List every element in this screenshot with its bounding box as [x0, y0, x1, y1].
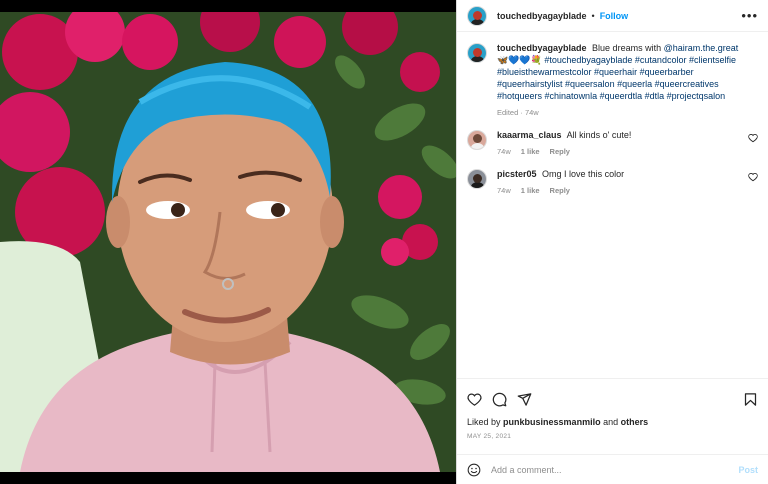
post-header: touchedbyagayblade • Follow ••• — [457, 0, 768, 32]
caption-emoji: 🦋💙💙💐 — [497, 55, 542, 65]
caption-age[interactable]: 74w — [525, 108, 539, 117]
comment-item: picster05 Omg I love this color 74w 1 li… — [467, 168, 758, 195]
reply-button[interactable]: Reply — [550, 147, 570, 156]
commenter-avatar[interactable] — [467, 169, 487, 189]
caption-meta: Edited · 74w — [497, 108, 539, 117]
photo-letterbox-bottom — [0, 472, 456, 484]
comment-likes[interactable]: 1 like — [521, 147, 540, 156]
liked-by-line: Liked by punkbusinessmanmilo and others — [467, 417, 758, 427]
edited-label: Edited — [497, 108, 519, 117]
comment-meta: 74w 1 like Reply — [497, 186, 742, 195]
caption-mention-link[interactable]: @hairam.the.great — [664, 43, 739, 53]
comment-text: All kinds o' cute! — [566, 130, 632, 140]
instagram-post-viewer: touchedbyagayblade • Follow ••• touchedb… — [0, 0, 768, 484]
photo-letterbox-top — [0, 0, 456, 12]
comment-meta: 74w 1 like Reply — [497, 147, 742, 156]
reply-button[interactable]: Reply — [550, 186, 570, 195]
caption: touchedbyagayblade Blue dreams with @hai… — [467, 42, 758, 117]
post-photo[interactable] — [0, 0, 456, 484]
liked-by-others-link[interactable]: others — [621, 417, 649, 427]
comment-username[interactable]: picster05 — [497, 169, 537, 179]
comments-list[interactable]: touchedbyagayblade Blue dreams with @hai… — [457, 32, 768, 378]
photo-content — [0, 12, 456, 472]
comment-like-heart-icon[interactable] — [748, 172, 758, 182]
author-avatar[interactable] — [467, 5, 487, 26]
liked-by-and: and — [603, 417, 619, 427]
caption-author-avatar[interactable] — [467, 43, 487, 63]
share-paper-plane-icon[interactable] — [517, 392, 532, 407]
liked-by-user-link[interactable]: punkbusinessmanmilo — [503, 417, 601, 427]
add-comment-bar: Post — [457, 454, 768, 484]
post-details-panel: touchedbyagayblade • Follow ••• touchedb… — [456, 0, 768, 484]
emoji-smiley-icon[interactable] — [467, 463, 481, 477]
follow-button[interactable]: Follow — [600, 11, 629, 21]
post-actions: Liked by punkbusinessmanmilo and others … — [457, 378, 768, 454]
comment-bubble-icon[interactable] — [492, 392, 507, 407]
portrait-illustration — [0, 12, 456, 472]
comment-item: kaaarma_claus All kinds o' cute! 74w 1 l… — [467, 129, 758, 156]
comment-text: Omg I love this color — [542, 169, 625, 179]
commenter-avatar[interactable] — [467, 130, 487, 150]
more-options-icon[interactable]: ••• — [741, 8, 758, 23]
comment-username[interactable]: kaaarma_claus — [497, 130, 562, 140]
post-comment-button[interactable]: Post — [738, 465, 758, 475]
comment-input[interactable] — [491, 464, 739, 475]
caption-text: Blue dreams with — [592, 43, 662, 53]
action-icons-row — [467, 387, 758, 411]
comment-like-heart-icon[interactable] — [748, 133, 758, 143]
caption-username[interactable]: touchedbyagayblade — [497, 43, 587, 53]
comment-likes[interactable]: 1 like — [521, 186, 540, 195]
save-bookmark-icon[interactable] — [743, 392, 758, 407]
comment-age[interactable]: 74w — [497, 186, 511, 195]
post-date[interactable]: MAY 25, 2021 — [467, 433, 758, 454]
like-heart-icon[interactable] — [467, 392, 482, 407]
liked-by-prefix: Liked by — [467, 417, 501, 427]
author-username[interactable]: touchedbyagayblade — [497, 11, 587, 21]
comment-age[interactable]: 74w — [497, 147, 511, 156]
separator-dot: • — [591, 10, 595, 21]
